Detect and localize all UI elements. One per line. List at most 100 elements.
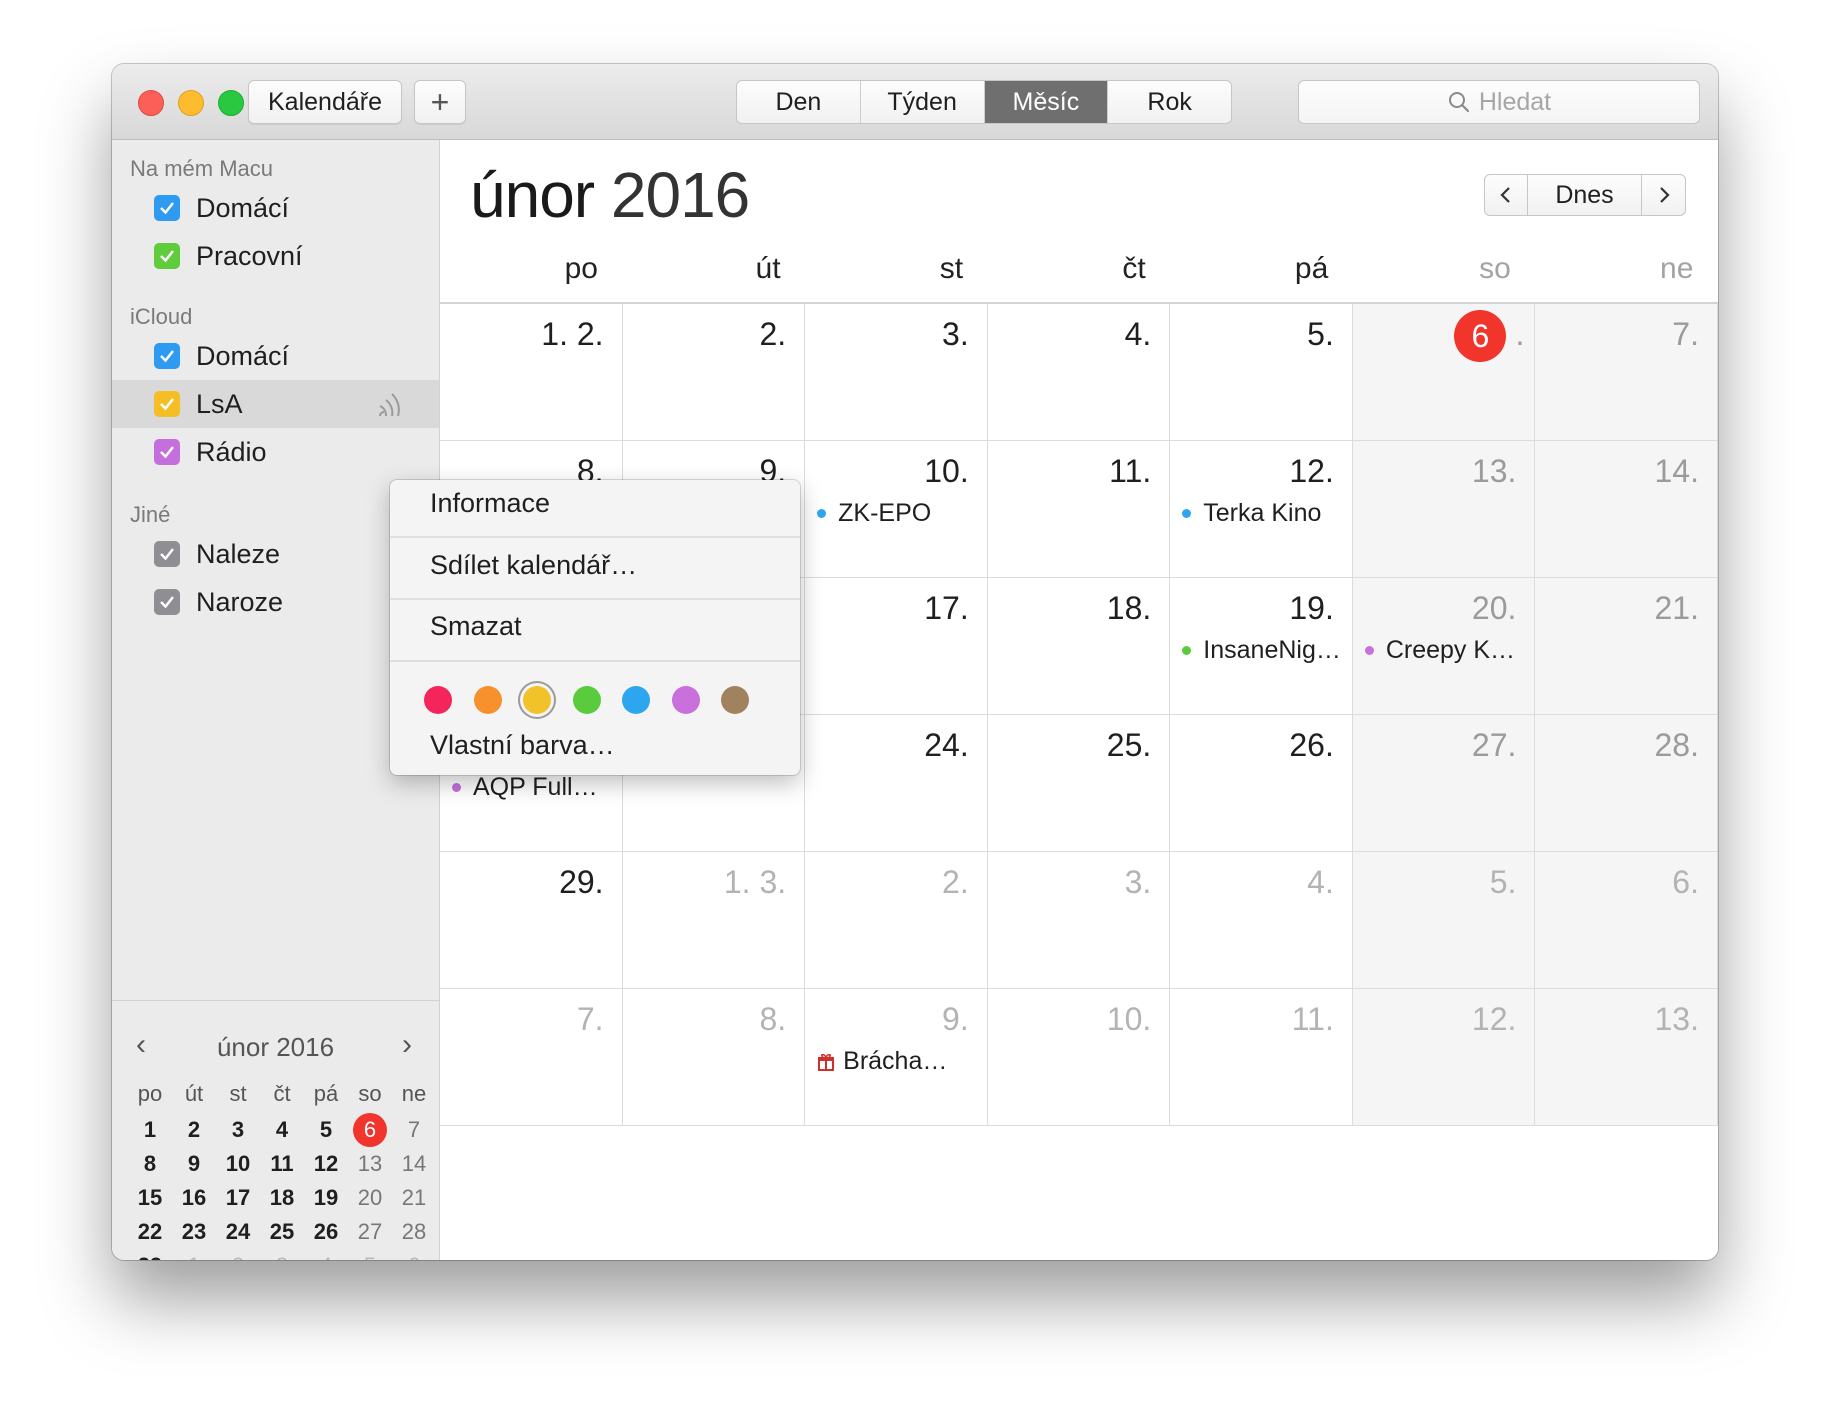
checkbox-icon[interactable] xyxy=(154,195,180,221)
mini-day[interactable]: 1 xyxy=(172,1250,216,1260)
sidebar-item-radio[interactable]: Rádio xyxy=(112,428,439,476)
day-cell[interactable]: 21. xyxy=(1535,578,1718,715)
menu-item-info[interactable]: Informace xyxy=(430,488,550,519)
calendar-event[interactable]: Brácha… xyxy=(817,1047,947,1076)
menu-item-delete[interactable]: Smazat xyxy=(430,611,522,642)
mini-day[interactable]: 28 xyxy=(392,1216,436,1248)
prev-month-button[interactable] xyxy=(1484,174,1528,216)
mini-day[interactable]: 17 xyxy=(216,1182,260,1214)
mini-day[interactable]: 2 xyxy=(172,1114,216,1146)
sidebar-item-home-icloud[interactable]: Domácí xyxy=(112,332,439,380)
sidebar-item-home-local[interactable]: Domácí xyxy=(112,184,439,232)
color-swatch[interactable] xyxy=(721,686,749,714)
day-cell[interactable]: 11. xyxy=(1170,989,1353,1126)
color-swatch[interactable] xyxy=(572,686,601,714)
color-swatch[interactable] xyxy=(622,686,650,714)
color-swatch[interactable] xyxy=(424,686,452,714)
mini-day[interactable]: 7 xyxy=(392,1114,436,1146)
mini-day[interactable]: 20 xyxy=(348,1182,392,1214)
search-input[interactable]: Hledat xyxy=(1298,80,1700,124)
calendar-event[interactable]: ZK-EPO xyxy=(817,499,931,528)
mini-day[interactable]: 25 xyxy=(260,1216,304,1248)
mini-day[interactable]: 6 xyxy=(348,1113,392,1147)
day-cell[interactable]: 4. xyxy=(1170,852,1353,989)
tab-month[interactable]: Měsíc xyxy=(984,81,1109,123)
day-cell[interactable]: 13. xyxy=(1352,441,1536,578)
color-swatch[interactable] xyxy=(523,686,551,714)
mini-day[interactable]: 12 xyxy=(304,1148,348,1180)
calendar-event[interactable]: Terka Kino xyxy=(1182,499,1321,528)
mini-day[interactable]: 3 xyxy=(216,1114,260,1146)
calendar-event[interactable]: AQP Full… xyxy=(452,773,598,802)
day-cell[interactable]: 19. InsaneNig… xyxy=(1170,578,1353,715)
mini-day[interactable]: 14 xyxy=(392,1148,436,1180)
day-cell[interactable]: 18. xyxy=(987,578,1171,715)
mini-day[interactable]: 9 xyxy=(172,1148,216,1180)
day-cell[interactable]: 27. xyxy=(1352,715,1536,852)
mini-day[interactable]: 3 xyxy=(260,1250,304,1260)
mini-day[interactable]: 16 xyxy=(172,1182,216,1214)
mini-day[interactable]: 5 xyxy=(304,1114,348,1146)
mini-day[interactable]: 11 xyxy=(260,1148,304,1180)
zoom-window-button[interactable] xyxy=(218,90,244,116)
menu-item-share-calendar[interactable]: Sdílet kalendář… xyxy=(430,550,637,581)
menu-item-custom-color[interactable]: Vlastní barva… xyxy=(430,730,615,761)
mini-day[interactable]: 21 xyxy=(392,1182,436,1214)
checkbox-icon[interactable] xyxy=(154,589,180,615)
close-window-button[interactable] xyxy=(138,90,164,116)
day-cell[interactable]: 10. xyxy=(987,989,1171,1126)
mini-day[interactable]: 1 xyxy=(128,1114,172,1146)
mini-day[interactable]: 8 xyxy=(128,1148,172,1180)
checkbox-icon[interactable] xyxy=(154,541,180,567)
mini-day[interactable]: 4 xyxy=(304,1250,348,1260)
add-event-button[interactable]: + xyxy=(414,80,466,124)
mini-day[interactable]: 22 xyxy=(128,1216,172,1248)
day-cell[interactable]: 1. 3. xyxy=(622,852,806,989)
day-cell[interactable]: 10. ZK-EPO xyxy=(805,441,988,578)
tab-day[interactable]: Den xyxy=(737,81,861,123)
mini-day[interactable]: 4 xyxy=(260,1114,304,1146)
day-cell[interactable]: 13. xyxy=(1535,989,1718,1126)
day-cell[interactable]: 20. Creepy K… xyxy=(1352,578,1536,715)
mini-day[interactable]: 10 xyxy=(216,1148,260,1180)
tab-week[interactable]: Týden xyxy=(861,81,985,123)
checkbox-icon[interactable] xyxy=(154,343,180,369)
calendar-event[interactable]: Creepy K… xyxy=(1364,636,1515,665)
day-cell[interactable]: 3. xyxy=(805,304,988,441)
day-cell[interactable]: 12. xyxy=(1352,989,1536,1126)
today-button[interactable]: Dnes xyxy=(1528,174,1642,216)
day-cell[interactable]: 25. xyxy=(987,715,1171,852)
mini-day[interactable]: 19 xyxy=(304,1182,348,1214)
day-cell[interactable]: 29. xyxy=(440,852,623,989)
next-month-button[interactable] xyxy=(1642,174,1686,216)
mini-day[interactable]: 15 xyxy=(128,1182,172,1214)
color-swatch[interactable] xyxy=(671,686,700,714)
day-cell[interactable]: 2. xyxy=(622,304,806,441)
mini-day[interactable]: 5 xyxy=(348,1250,392,1260)
day-cell[interactable]: 8. xyxy=(622,989,806,1126)
day-cell[interactable]: 3. xyxy=(987,852,1171,989)
day-cell[interactable]: 14. xyxy=(1535,441,1718,578)
day-cell[interactable]: 1. 2. xyxy=(440,304,623,441)
sidebar-item-lsa[interactable]: LsA xyxy=(112,380,439,428)
day-cell[interactable]: 9. Brácha… xyxy=(805,989,988,1126)
day-cell[interactable]: 5. xyxy=(1352,852,1536,989)
day-cell[interactable]: 2. xyxy=(805,852,988,989)
mini-day[interactable]: 23 xyxy=(172,1216,216,1248)
day-cell[interactable]: 28. xyxy=(1535,715,1718,852)
checkbox-icon[interactable] xyxy=(154,391,180,417)
calendars-button[interactable]: Kalendáře xyxy=(248,80,402,124)
mini-day[interactable]: 2 xyxy=(216,1250,260,1260)
mini-day[interactable]: 26 xyxy=(304,1216,348,1248)
day-cell[interactable]: 7. xyxy=(440,989,623,1126)
day-cell[interactable]: 17. xyxy=(805,578,988,715)
day-cell[interactable]: 26. xyxy=(1170,715,1353,852)
mini-day[interactable]: 6 xyxy=(392,1250,436,1260)
checkbox-icon[interactable] xyxy=(154,243,180,269)
mini-day[interactable]: 29 xyxy=(128,1250,172,1260)
minimize-window-button[interactable] xyxy=(178,90,204,116)
day-cell[interactable]: 6. xyxy=(1352,304,1536,441)
mini-day[interactable]: 24 xyxy=(216,1216,260,1248)
mini-day[interactable]: 27 xyxy=(348,1216,392,1248)
mini-day[interactable]: 13 xyxy=(348,1148,392,1180)
